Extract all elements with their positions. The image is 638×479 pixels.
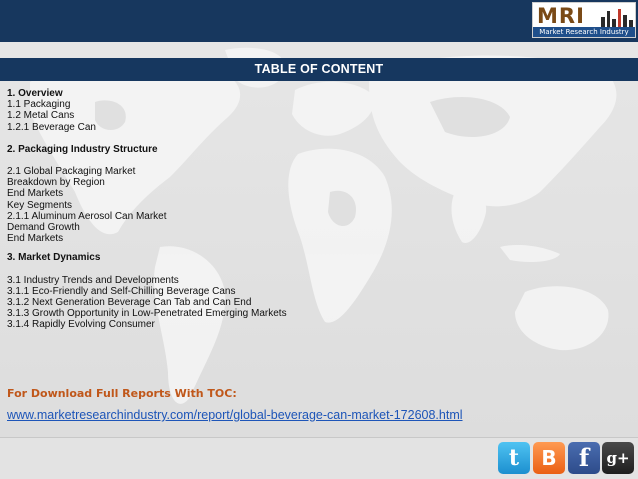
toc-item: Breakdown by Region <box>7 177 105 189</box>
twitter-glyph: t <box>508 445 520 471</box>
toc-item: 3.1 Industry Trends and Developments <box>7 274 179 286</box>
toc-item: Demand Growth <box>7 222 80 234</box>
slide: MRI Market Research Industry TABLE OF CO… <box>0 0 638 479</box>
report-link[interactable]: www.marketresearchindustry.com/report/gl… <box>7 408 463 423</box>
toc-item: 3.1.2 Next Generation Beverage Can Tab a… <box>7 297 252 309</box>
toc-item: 2.1 Global Packaging Market <box>7 166 136 178</box>
toc-item: 3.1.3 Growth Opportunity in Low-Penetrat… <box>7 308 287 320</box>
page-title: TABLE OF CONTENT <box>254 62 384 76</box>
toc-section-heading: 3. Market Dynamics <box>7 252 101 264</box>
toc-item: 1.1 Packaging <box>7 99 71 111</box>
toc-section-heading: 1. Overview <box>7 88 63 99</box>
toc-item: End Markets <box>7 188 64 200</box>
table-of-contents: 1. Overview 1.1 Packaging 1.2 Metal Cans… <box>7 88 427 331</box>
blogger-glyph: B <box>541 446 557 470</box>
google-plus-glyph: g+ <box>606 449 630 467</box>
twitter-icon[interactable]: t <box>498 442 530 474</box>
toc-section-heading: 2. Packaging Industry Structure <box>7 143 158 155</box>
download-label: For Download Full Reports With TOC: <box>7 387 237 400</box>
toc-item: End Markets <box>7 233 64 245</box>
toc-item: 2.1.1 Aluminum Aerosol Can Market <box>7 210 167 222</box>
toc-item: 1.2.1 Beverage Can <box>7 121 96 133</box>
facebook-glyph: f <box>578 443 590 472</box>
logo-tagline: Market Research Industry <box>533 27 635 37</box>
google-plus-icon[interactable]: g+ <box>602 442 634 474</box>
toc-item: Key Segments <box>7 199 73 211</box>
toc-item: 3.1.4 Rapidly Evolving Consumer <box>7 319 155 331</box>
blogger-icon[interactable]: B <box>533 442 565 474</box>
toc-item: 3.1.1 Eco-Friendly and Self-Chilling Bev… <box>7 285 236 297</box>
toc-item: 1.2 Metal Cans <box>7 110 75 122</box>
mri-logo: MRI Market Research Industry <box>532 2 636 38</box>
facebook-icon[interactable]: f <box>568 442 600 474</box>
logo-mark: MRI <box>537 4 585 28</box>
skyline-icon <box>601 9 633 27</box>
